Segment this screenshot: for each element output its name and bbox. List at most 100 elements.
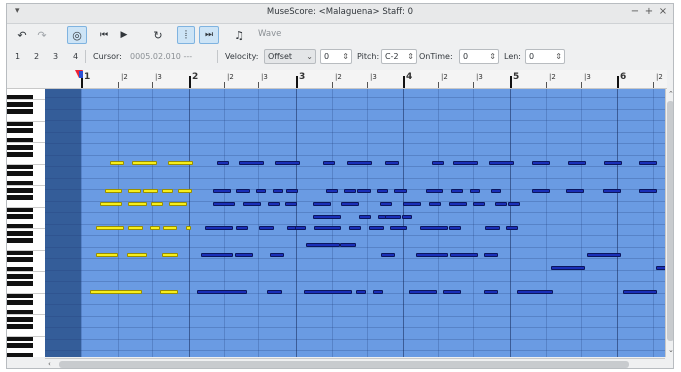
note[interactable] — [340, 243, 356, 247]
note[interactable] — [236, 226, 248, 230]
note-selected[interactable] — [143, 189, 158, 193]
note[interactable] — [484, 253, 498, 257]
note[interactable] — [259, 226, 274, 230]
note[interactable] — [449, 226, 461, 230]
note-selected[interactable] — [169, 202, 187, 206]
note-selected[interactable] — [128, 189, 141, 193]
black-key[interactable] — [7, 152, 33, 157]
note[interactable] — [451, 189, 463, 193]
note-selected[interactable] — [160, 290, 178, 294]
note-selected[interactable] — [151, 202, 163, 206]
note[interactable] — [344, 189, 356, 193]
spinner-icon[interactable]: ⇕ — [555, 50, 562, 63]
note[interactable] — [390, 226, 407, 230]
loop-icon[interactable]: ↻ — [149, 26, 167, 44]
note[interactable] — [285, 202, 297, 206]
horizontal-scrollbar[interactable]: ‹ — [45, 358, 665, 368]
note[interactable] — [551, 266, 585, 270]
note[interactable] — [485, 226, 500, 230]
maximize-button[interactable]: + — [643, 6, 655, 17]
voice-2[interactable]: 2 — [34, 52, 39, 61]
note-selected[interactable] — [162, 189, 173, 193]
note[interactable] — [532, 189, 550, 193]
note[interactable] — [453, 161, 478, 165]
horizontal-scroll-thumb[interactable] — [59, 361, 629, 368]
note[interactable] — [402, 215, 412, 219]
note-selected[interactable] — [105, 189, 122, 193]
note-selected[interactable] — [128, 226, 143, 230]
scroll-down-icon[interactable]: ⌄ — [668, 346, 673, 354]
note-selected[interactable] — [162, 253, 178, 257]
note[interactable] — [450, 253, 478, 257]
note[interactable] — [394, 189, 407, 193]
note[interactable] — [506, 226, 518, 230]
black-key[interactable] — [7, 343, 33, 348]
note[interactable] — [568, 161, 586, 165]
ontime-field[interactable]: 0 ⇕ — [459, 49, 499, 64]
note[interactable] — [323, 161, 335, 165]
note-selected[interactable] — [128, 202, 147, 206]
note[interactable] — [409, 290, 437, 294]
scroll-left-icon[interactable]: ‹ — [48, 360, 51, 368]
note[interactable] — [470, 189, 480, 193]
black-key[interactable] — [7, 281, 33, 286]
vertical-scroll-thumb[interactable] — [667, 101, 673, 341]
note[interactable] — [380, 202, 392, 206]
black-key[interactable] — [7, 171, 33, 176]
black-key[interactable] — [7, 214, 33, 219]
scroll-up-icon[interactable]: ⌃ — [668, 90, 673, 98]
note[interactable] — [201, 253, 233, 257]
note[interactable] — [347, 161, 372, 165]
note[interactable] — [489, 161, 514, 165]
piano-keyboard[interactable] — [7, 89, 46, 357]
black-key[interactable] — [7, 317, 33, 322]
note[interactable] — [197, 290, 247, 294]
velocity-mode-select[interactable]: Offset ⌄ — [264, 49, 316, 64]
note-selected[interactable] — [163, 226, 177, 230]
note[interactable] — [517, 290, 553, 294]
note[interactable] — [587, 253, 621, 257]
metronome-icon[interactable]: ♫ — [231, 26, 247, 44]
loop-in-icon[interactable]: ⦙ — [177, 26, 195, 44]
note[interactable] — [217, 161, 229, 165]
black-key[interactable] — [7, 324, 33, 329]
note[interactable] — [508, 202, 520, 206]
note[interactable] — [213, 189, 231, 193]
note[interactable] — [306, 243, 340, 247]
note-selected[interactable] — [96, 226, 124, 230]
note[interactable] — [213, 202, 235, 206]
spinner-icon[interactable]: ⇕ — [407, 50, 414, 63]
black-key[interactable] — [7, 128, 33, 133]
note[interactable] — [403, 202, 421, 206]
voice-3[interactable]: 3 — [53, 52, 58, 61]
black-key[interactable] — [7, 353, 33, 357]
black-key[interactable] — [7, 231, 33, 236]
note-selected[interactable] — [150, 226, 160, 230]
undo-icon[interactable]: ↶ — [13, 26, 31, 44]
rewind-icon[interactable]: ⏮ — [95, 26, 113, 44]
note[interactable] — [426, 189, 443, 193]
note[interactable] — [236, 189, 250, 193]
note-selected[interactable] — [178, 189, 192, 193]
note[interactable] — [639, 161, 657, 165]
note-selected[interactable] — [90, 290, 142, 294]
note[interactable] — [416, 253, 448, 257]
note-selected[interactable] — [168, 161, 193, 165]
note[interactable] — [256, 189, 266, 193]
note[interactable] — [313, 202, 331, 206]
note[interactable] — [429, 202, 441, 206]
note[interactable] — [443, 290, 461, 294]
voice-4[interactable]: 4 — [73, 52, 78, 61]
note[interactable] — [270, 253, 284, 257]
note[interactable] — [349, 226, 361, 230]
note[interactable] — [385, 215, 401, 219]
note[interactable] — [532, 161, 550, 165]
note[interactable] — [373, 290, 383, 294]
note[interactable] — [449, 202, 467, 206]
wave-label[interactable]: Wave — [258, 29, 281, 39]
note[interactable] — [313, 215, 341, 219]
loop-out-icon[interactable]: ⏭ — [199, 26, 219, 44]
timeline-ruler[interactable]: 1 |2 |3 2 |2 |3 3 |2 |3 4 |2 |3 5 |2 |3 6 |2 — [7, 70, 667, 89]
note[interactable] — [473, 202, 485, 206]
note-selected[interactable] — [110, 161, 124, 165]
